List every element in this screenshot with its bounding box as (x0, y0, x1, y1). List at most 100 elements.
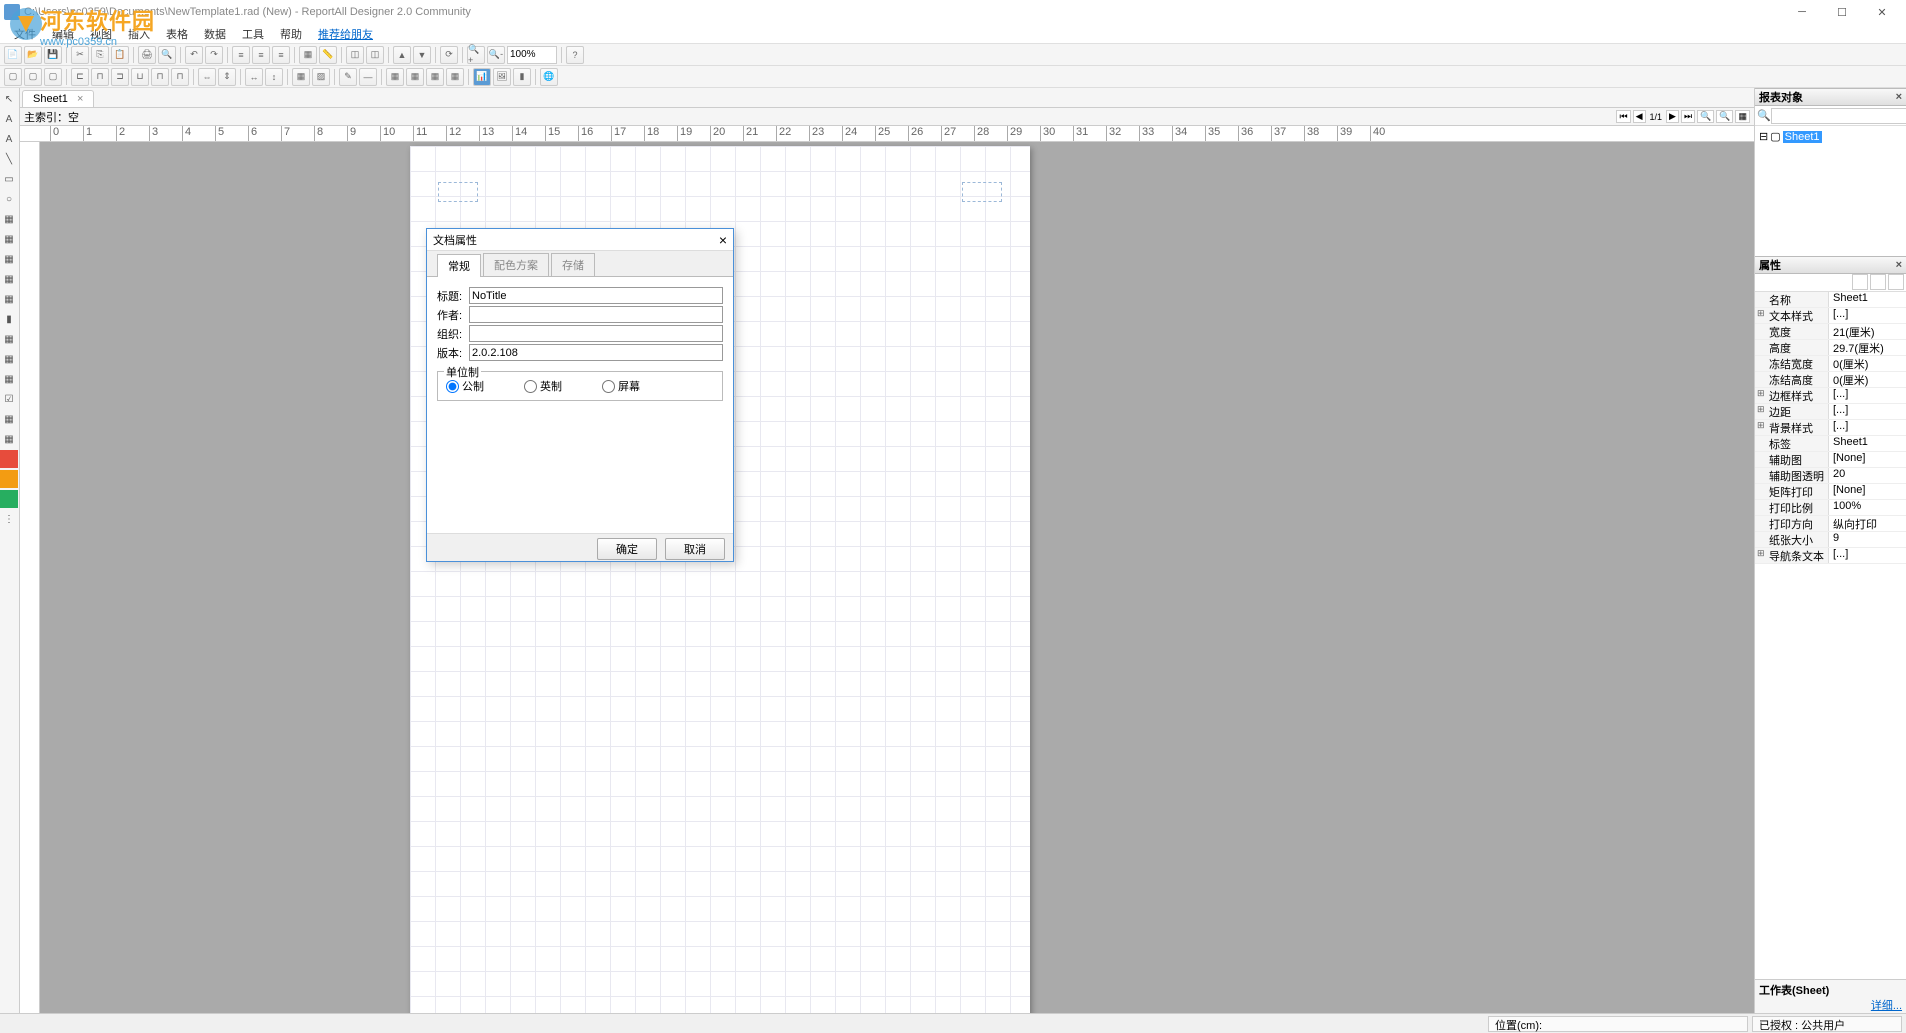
tb2-layout-3[interactable]: ▦ (426, 68, 444, 86)
nav-zoomin-icon[interactable]: 🔍 (1697, 110, 1714, 123)
prop-row[interactable]: 文本样式[...] (1755, 308, 1906, 324)
tool-pointer-icon[interactable]: ↖ (0, 90, 18, 108)
tb-front-icon[interactable]: ▲ (393, 46, 411, 64)
prop-row[interactable]: 矩阵打印[None] (1755, 484, 1906, 500)
prop-row[interactable]: 冻结高度0(厘米) (1755, 372, 1906, 388)
prop-row[interactable]: 冻结宽度0(厘米) (1755, 356, 1906, 372)
menu-insert[interactable]: 插入 (128, 26, 150, 42)
props-close-icon[interactable]: × (1896, 259, 1902, 271)
prop-value[interactable]: Sheet1 (1829, 292, 1906, 307)
tb2-size-w[interactable]: ↔ (245, 68, 263, 86)
tb-align-right-icon[interactable]: ≡ (272, 46, 290, 64)
input-author[interactable] (469, 306, 723, 323)
prop-row[interactable]: 辅助图[None] (1755, 452, 1906, 468)
tb-paste-icon[interactable]: 📋 (111, 46, 129, 64)
prop-value[interactable]: 29.7(厘米) (1829, 340, 1906, 355)
tb2-btn-3[interactable]: ▢ (44, 68, 62, 86)
tool-more-icon[interactable]: ⋮ (0, 510, 18, 528)
nav-last-icon[interactable]: ⏭ (1681, 110, 1695, 123)
tool-ole-icon[interactable]: ▦ (0, 410, 18, 428)
tool-rect-icon[interactable]: ▭ (0, 170, 18, 188)
prop-row[interactable]: 打印比例100% (1755, 500, 1906, 516)
tool-checkbox-icon[interactable]: ☑ (0, 390, 18, 408)
prop-row[interactable]: 边框样式[...] (1755, 388, 1906, 404)
tool-line-icon[interactable]: ╲ (0, 150, 18, 168)
dialog-titlebar[interactable]: 文档属性 × (427, 229, 733, 251)
tool-barcode-icon[interactable]: ▮ (0, 310, 18, 328)
tab-save[interactable]: 存储 (551, 253, 595, 276)
menu-table[interactable]: 表格 (166, 26, 188, 42)
tb-group-icon[interactable]: ◫ (346, 46, 364, 64)
menu-view[interactable]: 视图 (90, 26, 112, 42)
tool-color-orange[interactable] (0, 470, 18, 488)
tb-save-icon[interactable]: 💾 (44, 46, 62, 64)
tree-node-root[interactable]: ⊟ ▢ Sheet1 (1759, 130, 1902, 143)
dialog-close-icon[interactable]: × (719, 232, 727, 248)
tb-open-icon[interactable]: 📂 (24, 46, 42, 64)
tb-help-icon[interactable]: ? (566, 46, 584, 64)
prop-row[interactable]: 边距[...] (1755, 404, 1906, 420)
tool-cross-icon[interactable]: ▦ (0, 350, 18, 368)
tb-undo-icon[interactable]: ↶ (185, 46, 203, 64)
prop-row[interactable]: 纸张大小9 (1755, 532, 1906, 548)
sheet-tab[interactable]: Sheet1 × (22, 90, 94, 107)
tool-region-icon[interactable]: ▦ (0, 270, 18, 288)
input-version[interactable] (469, 344, 723, 361)
nav-prev-icon[interactable]: ◀ (1633, 110, 1646, 123)
tool-color-green[interactable] (0, 490, 18, 508)
tb2-web-icon[interactable]: 🌐 (540, 68, 558, 86)
prop-value[interactable]: 20 (1829, 468, 1906, 483)
tab-palette[interactable]: 配色方案 (483, 253, 549, 276)
tb-zoomin-icon[interactable]: 🔍+ (467, 46, 485, 64)
nav-next-icon[interactable]: ▶ (1666, 110, 1679, 123)
tb2-barcode-icon[interactable]: ▮ (513, 68, 531, 86)
prop-value[interactable]: [None] (1829, 484, 1906, 499)
nav-first-icon[interactable]: ⏮ (1616, 110, 1630, 123)
ok-button[interactable]: 确定 (597, 538, 657, 560)
menu-help[interactable]: 帮助 (280, 26, 302, 42)
menu-file[interactable]: 文件 (14, 26, 36, 42)
canvas[interactable] (40, 142, 1754, 1013)
sheet-tab-close-icon[interactable]: × (77, 93, 83, 105)
detail-link[interactable]: 详细... (1871, 1000, 1902, 1012)
tb-grid-icon[interactable]: ▦ (299, 46, 317, 64)
prop-row[interactable]: 宽度21(厘米) (1755, 324, 1906, 340)
tb-preview-icon[interactable]: 🔍 (158, 46, 176, 64)
menu-data[interactable]: 数据 (204, 26, 226, 42)
prop-value[interactable]: 0(厘米) (1829, 372, 1906, 387)
tb-cut-icon[interactable]: ✂ (71, 46, 89, 64)
tb-print-icon[interactable]: 🖨 (138, 46, 156, 64)
tb2-dist-v[interactable]: ⇕ (218, 68, 236, 86)
tb-refresh-icon[interactable]: ⟳ (440, 46, 458, 64)
maximize-button[interactable]: ☐ (1822, 0, 1862, 24)
tb-copy-icon[interactable]: ⎘ (91, 46, 109, 64)
prop-value[interactable]: 0(厘米) (1829, 356, 1906, 371)
tb-ungroup-icon[interactable]: ◫ (366, 46, 384, 64)
input-title[interactable] (469, 287, 723, 304)
tool-color-red[interactable] (0, 450, 18, 468)
tree-collapse-icon[interactable]: ⊟ (1759, 130, 1768, 143)
prop-row[interactable]: 打印方向纵向打印 (1755, 516, 1906, 532)
tb2-size-h[interactable]: ↕ (265, 68, 283, 86)
prop-row[interactable]: 高度29.7(厘米) (1755, 340, 1906, 356)
tb-back-icon[interactable]: ▼ (413, 46, 431, 64)
prop-value[interactable]: [None] (1829, 452, 1906, 467)
prop-row[interactable]: 导航条文本[...] (1755, 548, 1906, 564)
tb2-line-icon[interactable]: ― (359, 68, 377, 86)
tab-general[interactable]: 常规 (437, 254, 481, 277)
prop-value[interactable]: [...] (1829, 420, 1906, 435)
tb2-chart-icon[interactable]: 📊 (473, 68, 491, 86)
radio-metric[interactable]: 公制 (446, 378, 484, 394)
prop-value[interactable]: 100% (1829, 500, 1906, 515)
props-page-icon[interactable] (1888, 274, 1904, 290)
tool-free-icon[interactable]: ▦ (0, 370, 18, 388)
tb2-pencil-icon[interactable]: ✎ (339, 68, 357, 86)
nav-fit-icon[interactable]: ▦ (1735, 110, 1750, 123)
prop-row[interactable]: 名称Sheet1 (1755, 292, 1906, 308)
prop-value[interactable]: [...] (1829, 308, 1906, 323)
tb2-align-c[interactable]: ⊓ (91, 68, 109, 86)
zoom-input[interactable] (507, 46, 557, 64)
tool-image-icon[interactable]: ▦ (0, 210, 18, 228)
tb2-layout-2[interactable]: ▦ (406, 68, 424, 86)
tb2-layout-4[interactable]: ▦ (446, 68, 464, 86)
